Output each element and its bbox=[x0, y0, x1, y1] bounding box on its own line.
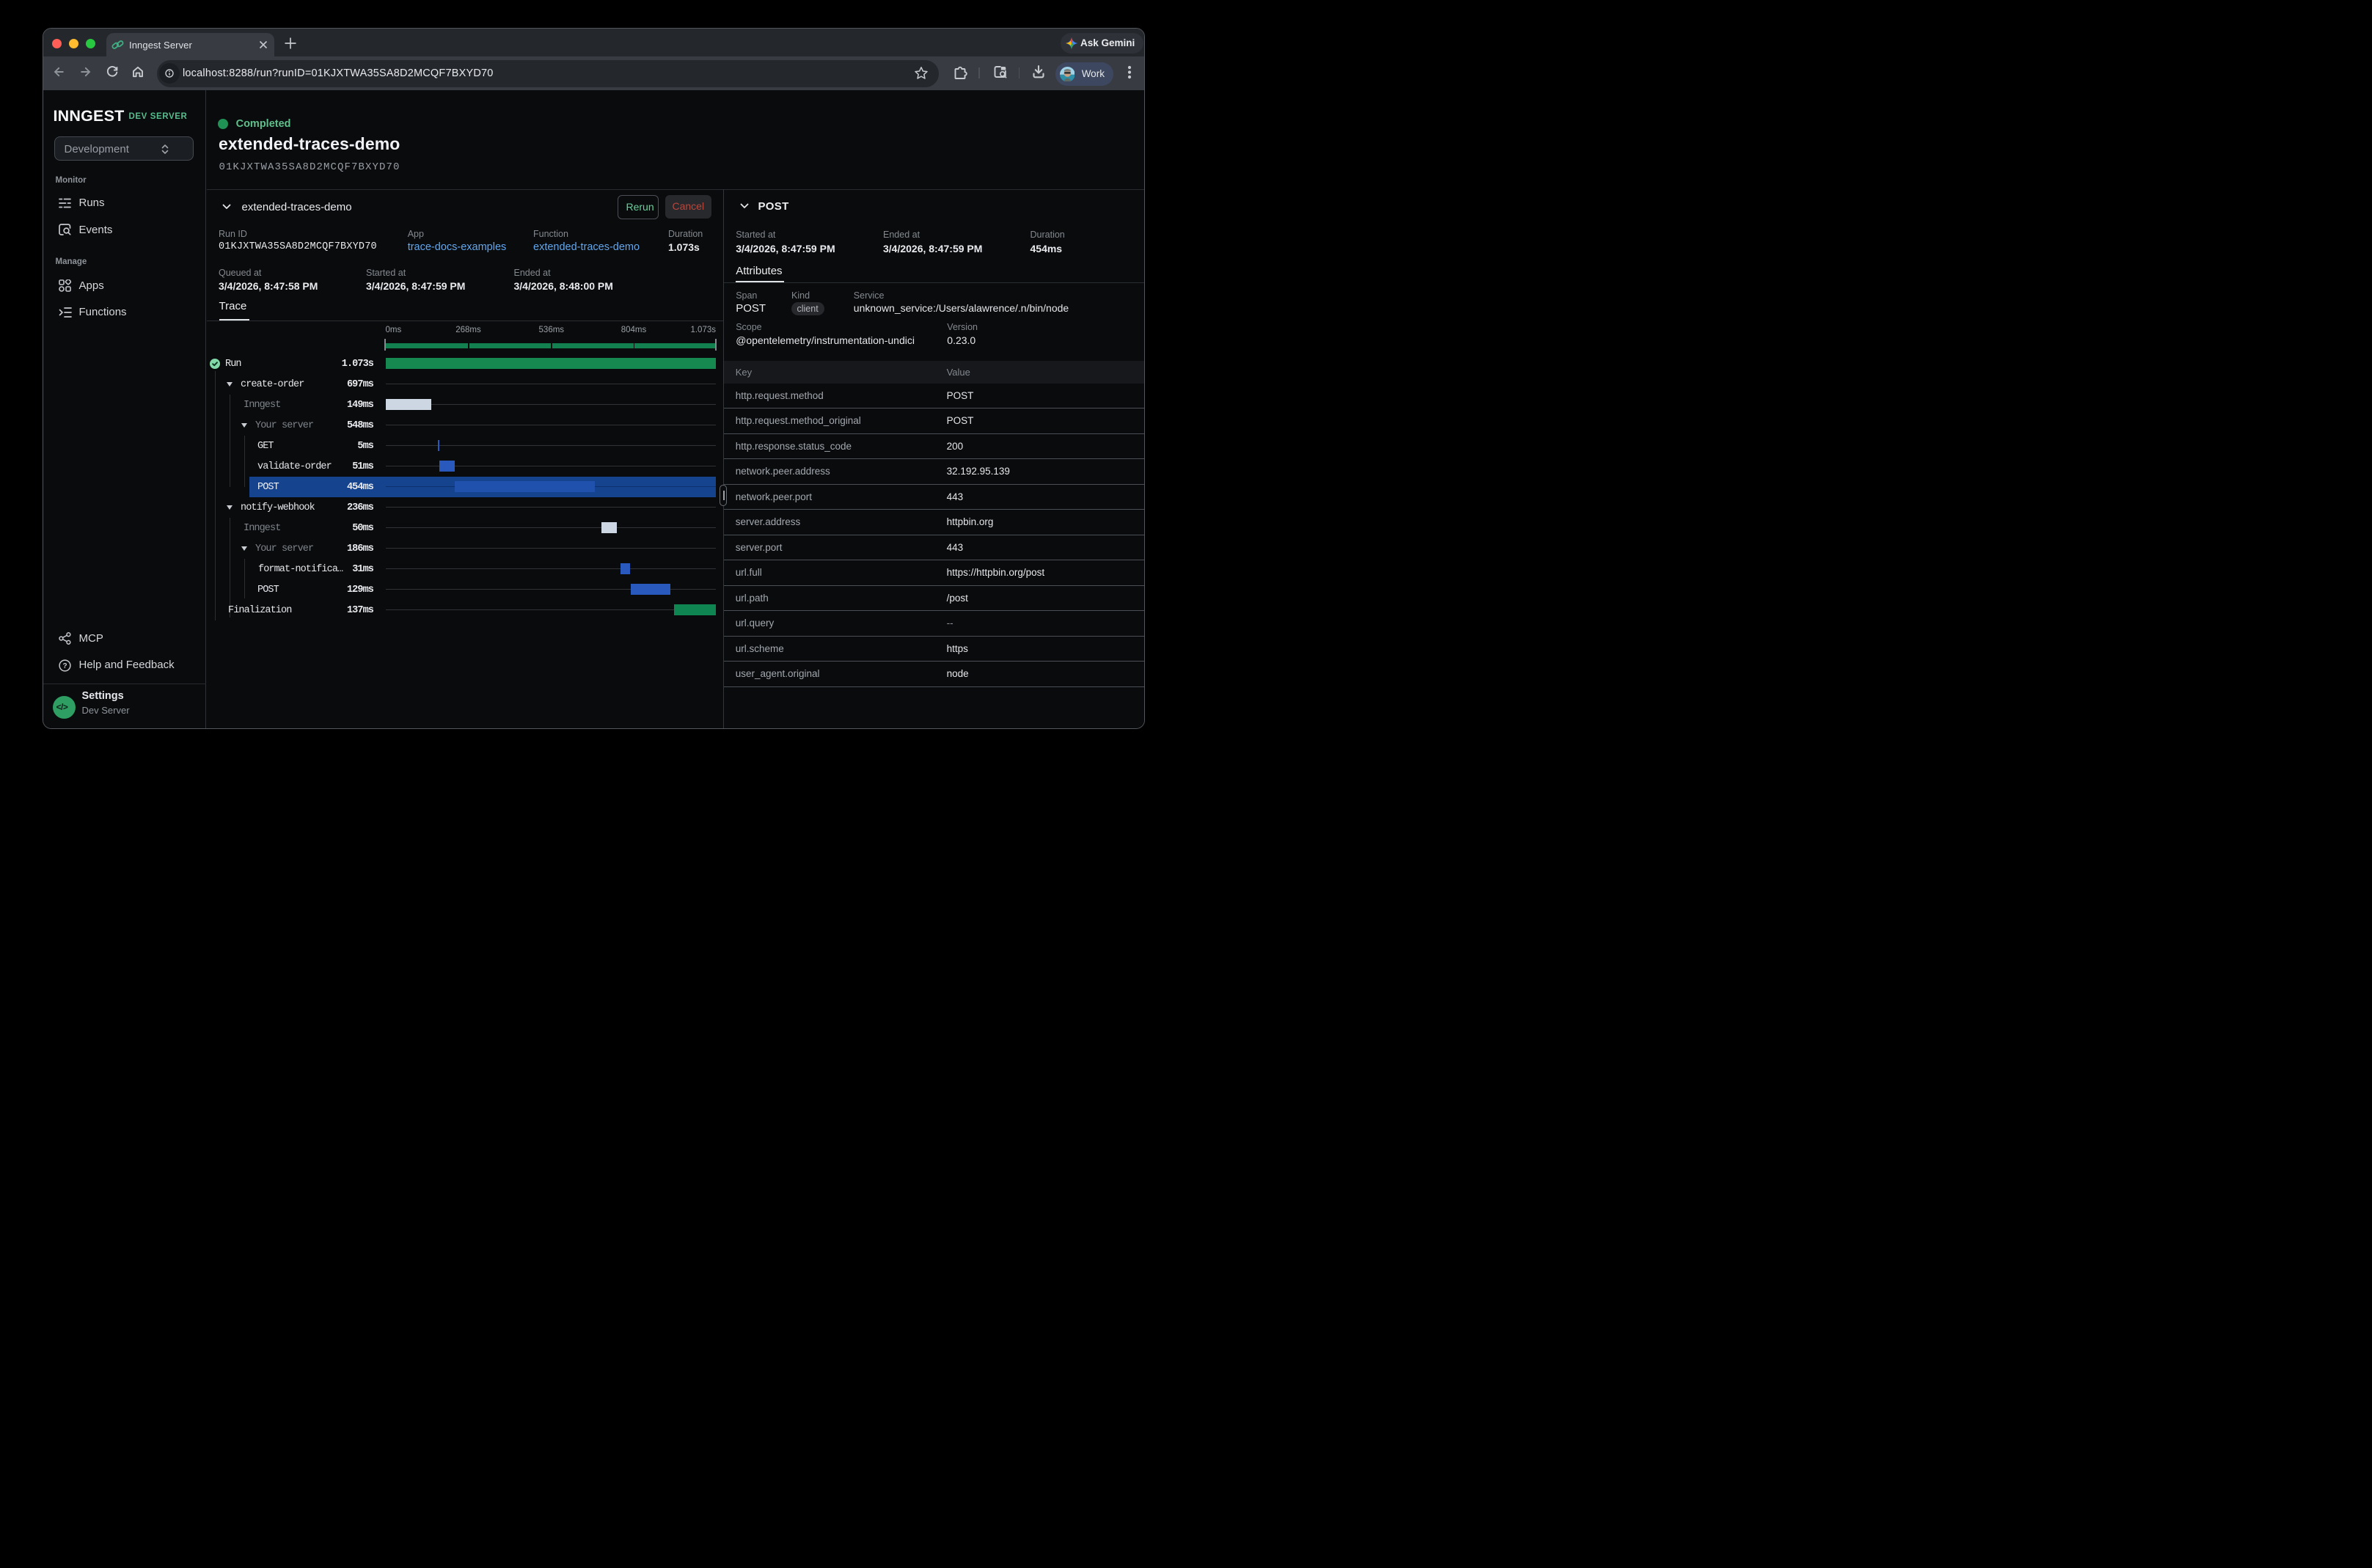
svg-text:?: ? bbox=[62, 662, 67, 670]
